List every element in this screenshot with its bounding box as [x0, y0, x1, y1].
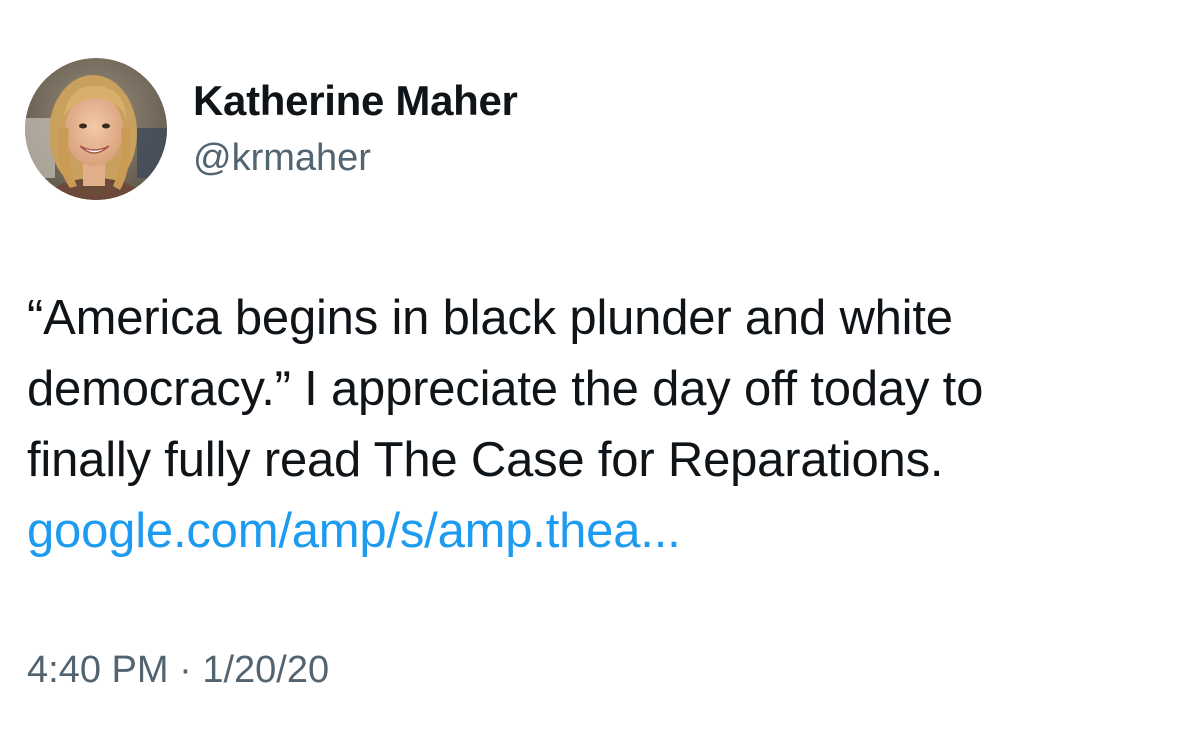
timestamp-separator: ·	[179, 649, 192, 691]
tweet-link[interactable]: google.com/amp/s/amp.thea...	[27, 496, 1177, 567]
tweet-text: “America begins in black plunder and whi…	[27, 283, 1177, 567]
tweet-text-line-1: “America begins in black plunder and whi…	[27, 291, 953, 345]
tweet-date[interactable]: 1/20/20	[202, 649, 329, 691]
author-handle[interactable]: @krmaher	[193, 134, 518, 182]
author-block: Katherine Maher @krmaher	[193, 76, 518, 182]
author-display-name[interactable]: Katherine Maher	[193, 76, 518, 126]
tweet-card: Katherine Maher @krmaher “America begins…	[0, 0, 1200, 742]
avatar-photo	[25, 58, 167, 200]
avatar[interactable]	[25, 58, 167, 200]
tweet-text-line-2: democracy.” I appreciate the day off tod…	[27, 362, 984, 416]
tweet-timestamp: 4:40 PM · 1/20/20	[27, 646, 329, 694]
tweet-time[interactable]: 4:40 PM	[27, 649, 169, 691]
tweet-text-line-3: finally fully read The Case for Reparati…	[27, 433, 944, 487]
